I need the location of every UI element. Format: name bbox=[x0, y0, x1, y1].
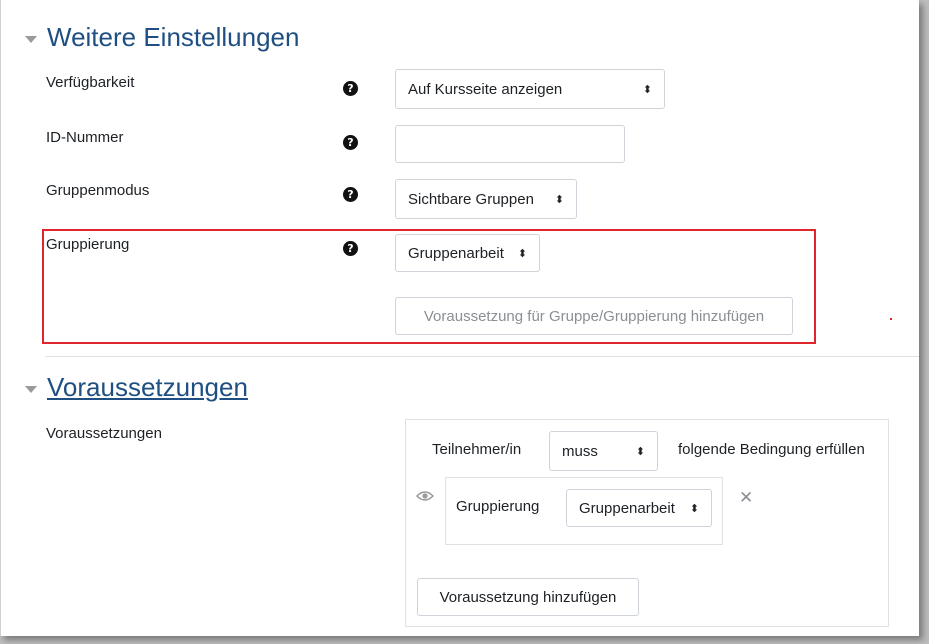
collapse-caret-icon bbox=[25, 35, 37, 43]
select-arrows-icon: ⬍ bbox=[635, 444, 645, 458]
question-circle-icon[interactable]: ? bbox=[343, 241, 358, 256]
condition-grouping-select[interactable]: Gruppenarbeit ⬍ bbox=[566, 489, 712, 527]
eye-icon[interactable] bbox=[415, 489, 435, 501]
marker-dot bbox=[890, 318, 892, 320]
must-select[interactable]: muss ⬍ bbox=[549, 431, 658, 471]
grouping-value: Gruppenarbeit bbox=[408, 244, 504, 262]
select-arrows-icon: ⬍ bbox=[689, 501, 699, 515]
select-arrows-icon: ⬍ bbox=[554, 192, 564, 206]
participant-text: Teilnehmer/in bbox=[432, 441, 522, 458]
section-voraussetzungen[interactable]: Voraussetzungen bbox=[25, 372, 248, 403]
id-number-input[interactable] bbox=[395, 125, 625, 163]
add-group-restriction-button[interactable]: Voraussetzung für Gruppe/Gruppierung hin… bbox=[395, 297, 793, 335]
select-arrows-icon: ⬍ bbox=[642, 82, 652, 96]
group-mode-select[interactable]: Sichtbare Gruppen ⬍ bbox=[395, 179, 577, 219]
availability-select[interactable]: Auf Kursseite anzeigen ⬍ bbox=[395, 69, 665, 109]
select-arrows-icon: ⬍ bbox=[517, 246, 527, 260]
group-mode-label: Gruppenmodus bbox=[46, 182, 150, 199]
restrictions-label: Voraussetzungen bbox=[46, 425, 162, 442]
add-restriction-button[interactable]: Voraussetzung hinzufügen bbox=[417, 578, 639, 616]
id-number-label: ID-Nummer bbox=[46, 129, 124, 146]
section-weitere-einstellungen[interactable]: Weitere Einstellungen bbox=[25, 22, 299, 53]
question-circle-icon[interactable]: ? bbox=[343, 135, 358, 150]
availability-value: Auf Kursseite anzeigen bbox=[408, 80, 563, 98]
section-divider bbox=[45, 356, 919, 357]
condition-grouping-value: Gruppenarbeit bbox=[579, 499, 675, 517]
grouping-select[interactable]: Gruppenarbeit ⬍ bbox=[395, 234, 540, 272]
section-title[interactable]: Voraussetzungen bbox=[47, 372, 248, 403]
section-title: Weitere Einstellungen bbox=[47, 22, 300, 52]
group-mode-value: Sichtbare Gruppen bbox=[408, 190, 534, 208]
question-circle-icon[interactable]: ? bbox=[343, 81, 358, 96]
close-icon[interactable]: ✕ bbox=[739, 488, 753, 508]
availability-label: Verfügbarkeit bbox=[46, 74, 135, 91]
settings-page: Weitere Einstellungen Verfügbarkeit ? Au… bbox=[0, 0, 919, 636]
question-circle-icon[interactable]: ? bbox=[343, 187, 358, 202]
condition-type-label: Gruppierung bbox=[456, 498, 540, 515]
grouping-label: Gruppierung bbox=[46, 236, 130, 253]
condition-text: folgende Bedingung erfüllen bbox=[678, 441, 865, 458]
collapse-caret-icon bbox=[25, 385, 37, 393]
must-value: muss bbox=[562, 442, 598, 460]
